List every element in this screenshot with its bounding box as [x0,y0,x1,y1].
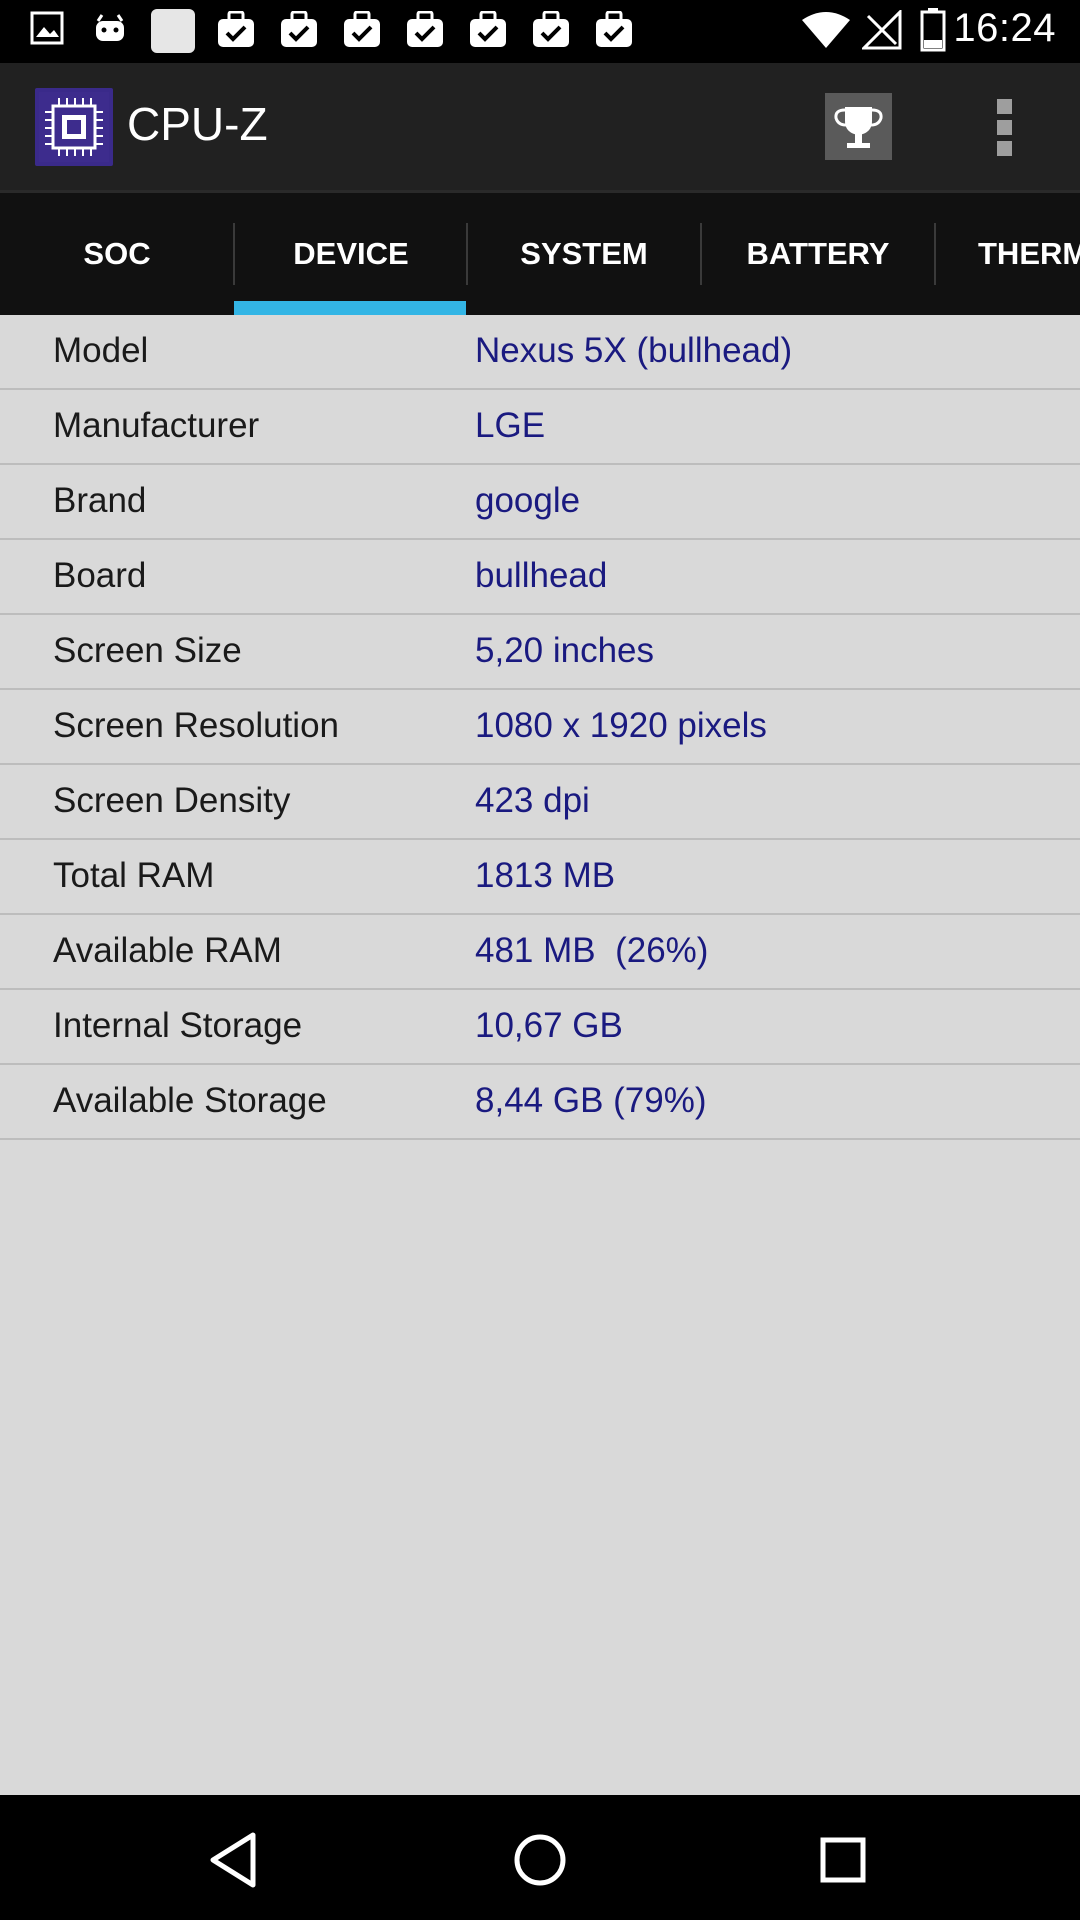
row-value: google [475,481,581,520]
home-button[interactable] [505,1825,575,1895]
row-label: Available Storage [53,1081,327,1120]
recents-icon [808,1837,878,1899]
overflow-menu-button[interactable] [985,95,1025,159]
app-title: CPU-Z [127,98,268,150]
row-label: Screen Resolution [53,706,339,745]
check-bag-icon [405,10,445,54]
row-label: Internal Storage [53,1006,303,1045]
cpu-z-logo-icon [35,88,113,166]
check-bag-icon [594,10,634,54]
row-value: 10,67 GB [475,1006,623,1045]
back-button[interactable] [201,1825,271,1895]
blank-notification-icon [150,8,196,59]
wifi-icon [800,12,852,55]
check-bag-icon [468,10,508,54]
tab-thermal[interactable]: THERM [935,193,1080,315]
row-value: 423 dpi [475,781,590,820]
battery-icon [920,8,946,57]
status-time: 16:24 [953,6,1056,50]
row-value: 1813 MB [475,856,616,895]
row-value: LGE [475,406,546,445]
info-row-screen-resolution: Screen Resolution 1080 x 1920 pixels [0,690,1080,765]
tab-system[interactable]: SYSTEM [467,193,701,315]
info-row-screen-size: Screen Size 5,20 inches [0,615,1080,690]
info-row-manufacturer: Manufacturer LGE [0,390,1080,465]
check-bag-icon [531,10,571,54]
tab-bar: SOC DEVICE SYSTEM BATTERY THERM [0,190,1080,315]
info-row-available-storage: Available Storage 8,44 GB (79%) [0,1065,1080,1140]
info-row-board: Board bullhead [0,540,1080,615]
recents-button[interactable] [808,1825,878,1895]
info-row-screen-density: Screen Density 423 dpi [0,765,1080,840]
row-label: Model [53,331,149,370]
row-label: Manufacturer [53,406,260,445]
check-bag-icon [216,10,256,54]
row-label: Brand [53,481,147,520]
android-icon [92,11,128,52]
back-icon [201,1832,271,1899]
row-value: bullhead [475,556,608,595]
home-icon [505,1834,575,1899]
row-value: 5,20 inches [475,631,655,670]
row-label: Board [53,556,147,595]
check-bag-icon [342,10,382,54]
info-row-model: Model Nexus 5X (bullhead) [0,315,1080,390]
row-value: 1080 x 1920 pixels [475,706,767,745]
image-icon [30,11,64,50]
trophy-icon [825,107,892,164]
screen: 16:24 CPU-Z SOC DEVICE SYSTEM BATTERY TH… [0,0,1080,1920]
device-info-list: Model Nexus 5X (bullhead) Manufacturer L… [0,315,1080,1795]
row-label: Available RAM [53,931,282,970]
app-bar: CPU-Z [0,63,1080,190]
row-label: Screen Size [53,631,242,670]
check-bag-icon [279,10,319,54]
selected-tab-indicator [234,301,466,315]
no-signal-icon [860,8,902,55]
row-value: 481 MB (26%) [475,931,709,970]
tab-soc[interactable]: SOC [0,193,234,315]
row-value: 8,44 GB (79%) [475,1081,707,1120]
info-row-available-ram: Available RAM 481 MB (26%) [0,915,1080,990]
row-label: Screen Density [53,781,291,820]
status-bar: 16:24 [0,0,1080,63]
navigation-bar [0,1795,1080,1920]
tab-battery[interactable]: BATTERY [701,193,935,315]
tab-device[interactable]: DEVICE [234,193,468,315]
trophy-button[interactable] [825,93,892,160]
info-row-brand: Brand google [0,465,1080,540]
row-value: Nexus 5X (bullhead) [475,331,793,370]
info-row-internal-storage: Internal Storage 10,67 GB [0,990,1080,1065]
row-label: Total RAM [53,856,215,895]
info-row-total-ram: Total RAM 1813 MB [0,840,1080,915]
